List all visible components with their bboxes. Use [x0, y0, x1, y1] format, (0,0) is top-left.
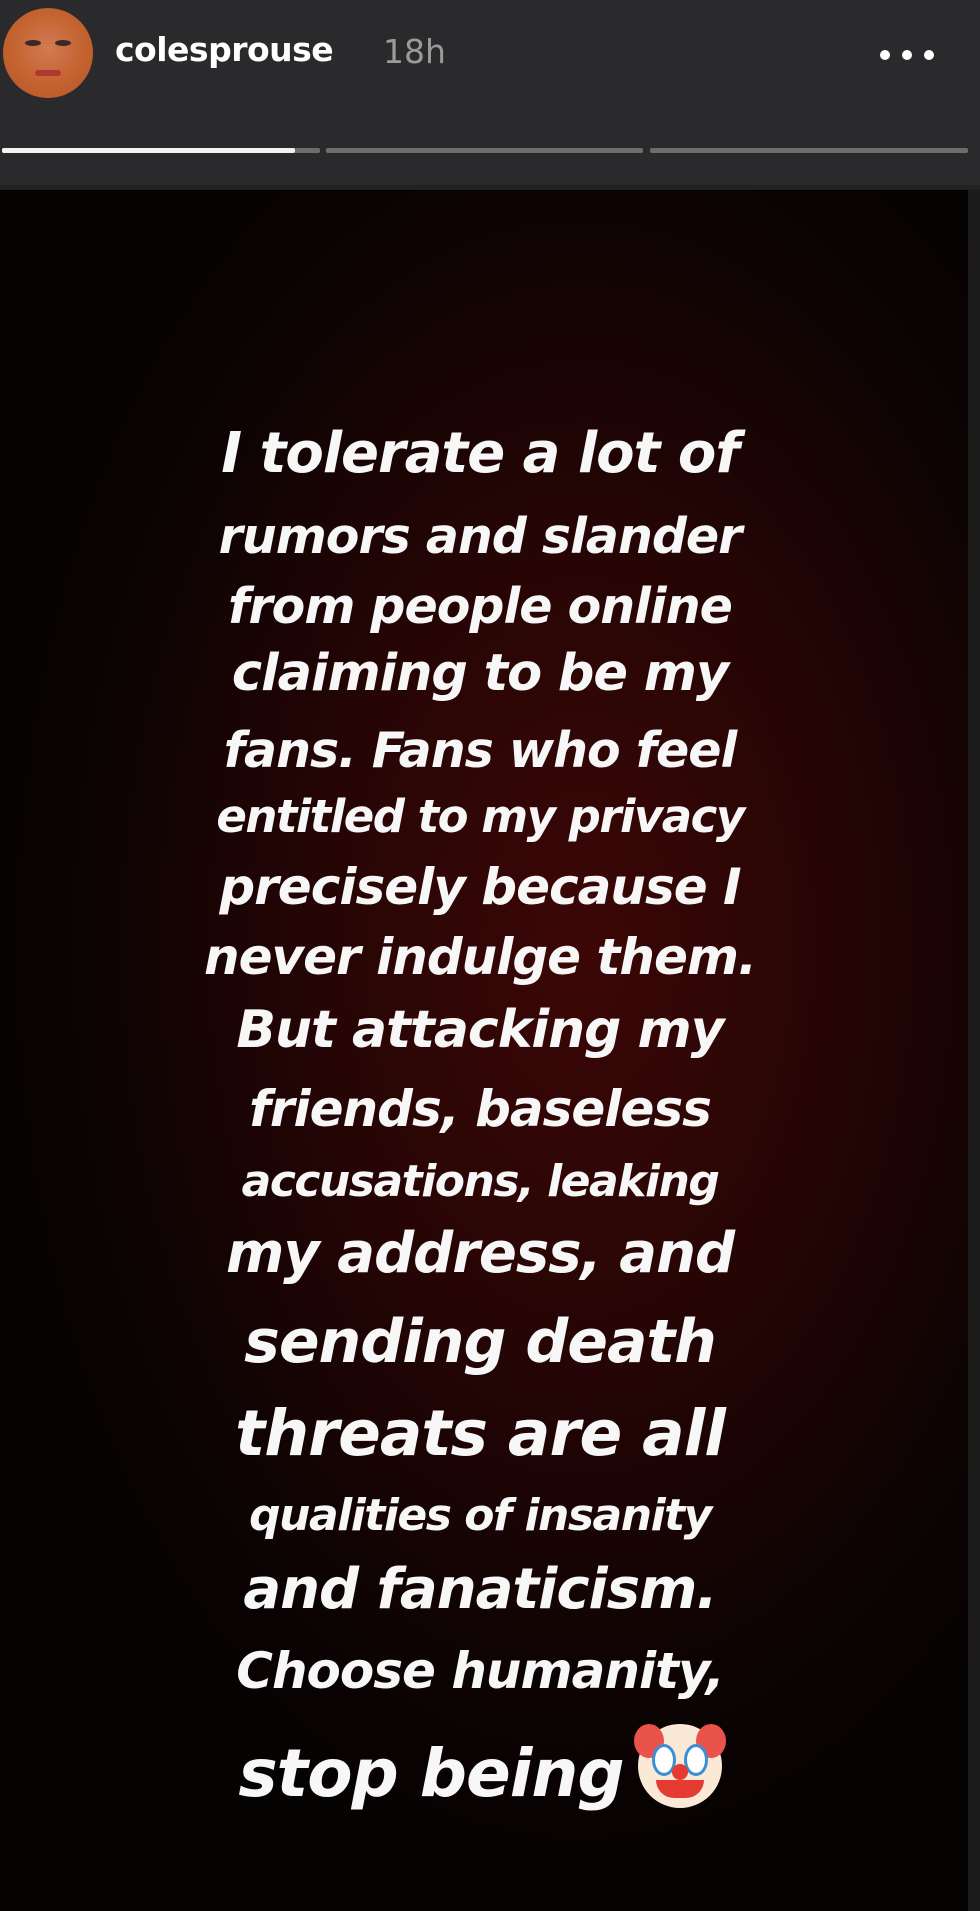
story-line: But attacking my: [236, 1000, 724, 1060]
avatar-eye: [25, 40, 41, 46]
clown-face-icon: [633, 1724, 726, 1808]
username[interactable]: colesprouse: [115, 30, 334, 69]
story-progress-fill-1: [2, 148, 295, 153]
story-line: precisely because I: [219, 858, 741, 916]
story-progress-bar-3: [650, 148, 968, 153]
story-line: Choose humanity,: [236, 1642, 724, 1700]
story-line: sending death: [244, 1307, 717, 1377]
story-line: friends, baseless: [249, 1080, 712, 1138]
story-line: I tolerate a lot of: [221, 421, 739, 486]
more-dot: [880, 50, 890, 60]
story-line: entitled to my privacy: [216, 790, 745, 843]
story-line: and fanaticism.: [243, 1557, 717, 1622]
story-line: stop being: [238, 1735, 624, 1812]
story-line: my address, and: [225, 1221, 735, 1286]
more-dot: [902, 50, 912, 60]
more-dot: [924, 50, 934, 60]
story-line: never indulge them.: [204, 928, 757, 986]
story-line: claiming to be my: [231, 644, 729, 703]
story-text: I tolerate a lot of rumors and slander f…: [0, 190, 968, 1911]
clown-mouth: [655, 1780, 704, 1798]
story-line: rumors and slander: [218, 508, 743, 565]
story-line: fans. Fans who feel: [223, 722, 738, 779]
more-horizontal-icon[interactable]: [880, 50, 940, 62]
story-line-last: stop being: [140, 1724, 820, 1808]
clown-nose: [671, 1764, 688, 1780]
next-story-edge[interactable]: [968, 190, 980, 1911]
avatar-mouth: [35, 70, 61, 76]
avatar-eye: [55, 40, 71, 46]
timestamp: 18h: [383, 32, 446, 71]
story-line: accusations, leaking: [241, 1156, 720, 1207]
story-line: threats are all: [235, 1397, 726, 1470]
story-line: from people online: [228, 578, 733, 635]
story-header: colesprouse 18h: [0, 0, 980, 185]
story-content[interactable]: I tolerate a lot of rumors and slander f…: [0, 190, 968, 1911]
story-line: qualities of insanity: [249, 1490, 712, 1541]
story-progress-bar-1: [2, 148, 320, 153]
story-progress-bar-2: [326, 148, 643, 153]
avatar[interactable]: [3, 8, 93, 98]
